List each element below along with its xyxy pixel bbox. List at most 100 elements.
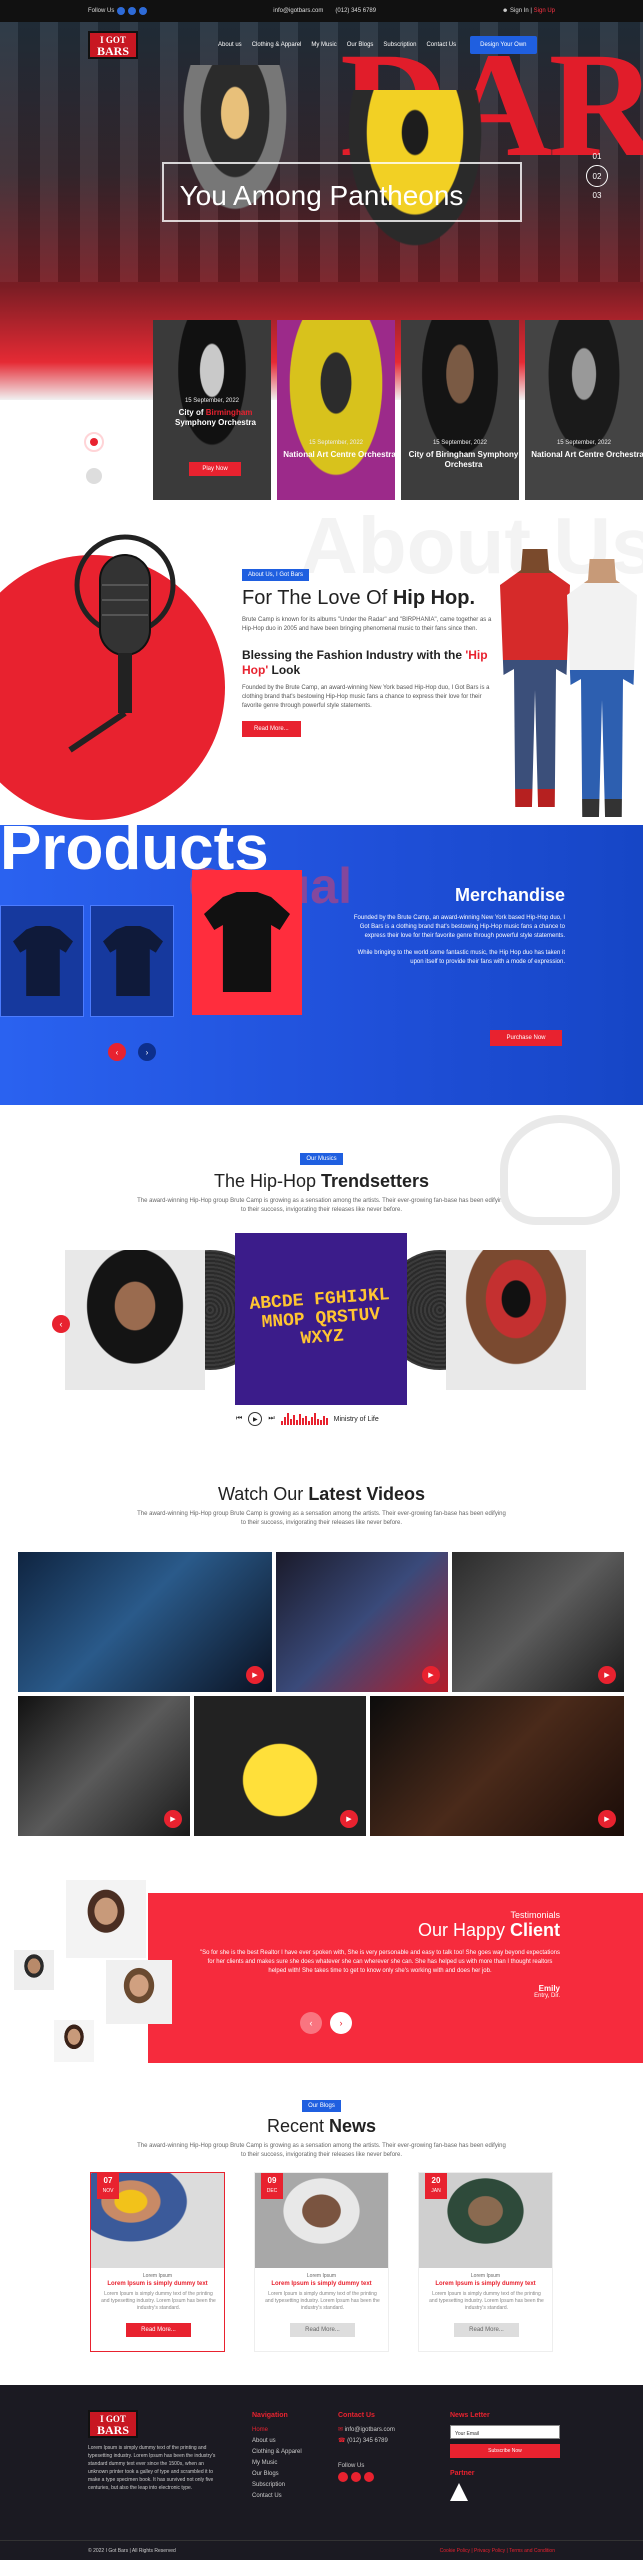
play-icon[interactable]: ▶ [598,1666,616,1684]
footer-nav-item[interactable]: About us [252,2436,302,2447]
music-title-bold: Trendsetters [321,1171,430,1191]
products-prev-arrow[interactable]: ‹ [108,1043,126,1061]
footer-about: I GOT BARS Lorem Ipsum is simply dummy t… [88,2410,218,2492]
nav-item-blogs[interactable]: Our Blogs [347,42,374,48]
footer-logo[interactable]: I GOT BARS [88,2410,138,2438]
about-paragraph-1: Brute Camp is known for its albums "Unde… [242,617,492,632]
read-more-button[interactable]: Read More... [242,721,301,737]
logo[interactable]: I GOT BARS [88,31,138,59]
video-thumbnail[interactable]: ▶ [370,1696,624,1836]
newsletter-title: News Letter [450,2412,490,2419]
slide-next[interactable]: 03 [586,191,608,200]
footer-phone[interactable]: ☎ (012) 345 6789 [338,2436,395,2447]
play-icon[interactable]: ▶ [422,1666,440,1684]
news-read-more-button[interactable]: Read More... [454,2323,519,2337]
play-now-button[interactable]: Play Now [189,462,241,476]
instagram-icon[interactable] [117,7,126,15]
testimonials-title: Our Happy Client [200,1920,560,1941]
event-card[interactable]: 15 September, 2022 City of Birmingham Sy… [153,320,271,500]
facebook-icon[interactable] [351,2472,361,2482]
video-thumbnail[interactable]: ▶ [194,1696,366,1836]
microphone-image [68,534,176,753]
design-your-own-button[interactable]: Design Your Own [470,36,537,54]
play-icon[interactable]: ▶ [340,1810,358,1828]
news-desc: Lorem Ipsum is simply dummy text of the … [429,2291,544,2311]
news-day: 20 [431,2176,441,2185]
footer-nav-item[interactable]: Home [252,2425,302,2436]
news-card[interactable]: 20 JAN Lorem Ipsum Lorem Ipsum is simply … [418,2172,553,2352]
client-avatar[interactable] [14,1950,54,1990]
top-email[interactable]: info@igotbars.com [273,8,323,14]
album-cover-right[interactable] [446,1250,586,1390]
videos-header: Watch Our Latest Videos The award-winnin… [0,1460,643,1528]
video-thumbnail[interactable]: ▶ [18,1696,190,1836]
footer-nav-item[interactable]: Subscription [252,2480,302,2491]
footer-email-text: info@igotbars.com [344,2427,395,2433]
footer-nav-item[interactable]: Contact Us [252,2491,302,2502]
partner-title: Partner [450,2470,475,2477]
client-avatar[interactable] [106,1960,172,2024]
signin-link[interactable]: Sign In [510,8,529,14]
video-thumbnail[interactable]: ▶ [18,1552,272,1692]
instagram-icon[interactable] [338,2472,348,2482]
music-prev-arrow[interactable]: ‹ [52,1315,70,1333]
news-title-bold: News [329,2116,377,2136]
client-avatar[interactable] [66,1880,146,1958]
equalizer-icon [280,1413,328,1425]
news-read-more-button[interactable]: Read More... [290,2323,355,2337]
featured-product[interactable] [192,870,302,1015]
client-avatar[interactable] [54,2020,94,2062]
products-next-arrow[interactable]: › [138,1043,156,1061]
testimonial-prev-arrow[interactable]: ‹ [300,2012,322,2034]
event-card[interactable]: 15 September, 2022 National Art Centre O… [525,320,643,500]
next-track-icon[interactable]: ⏭ [268,1415,274,1423]
footer-nav-item[interactable]: Our Blogs [252,2469,302,2480]
slide-prev[interactable]: 01 [586,152,608,161]
play-icon[interactable]: ▶ [164,1810,182,1828]
signup-link[interactable]: Sign Up [534,8,555,14]
prev-track-icon[interactable]: ⏮ [236,1415,242,1423]
facebook-icon[interactable] [128,7,137,15]
event-card[interactable]: 15 September, 2022 National Art Centre O… [277,320,395,500]
news-label: Lorem Ipsum [306,2273,337,2279]
testimonial-next-arrow[interactable]: › [330,2012,352,2034]
event-date: 15 September, 2022 [184,398,240,404]
slider-dot[interactable] [86,468,102,484]
event-card[interactable]: 15 September, 2022 City of Biringham Sym… [401,320,519,500]
merch-paragraph-1: Founded by the Brute Camp, an award-winn… [353,915,565,939]
youtube-icon[interactable] [364,2472,374,2482]
nav-item-music[interactable]: My Music [311,42,336,48]
news-header: Our Blogs Recent News The award-winning … [0,2080,643,2160]
newsletter-email-input[interactable]: Your Email [450,2425,560,2439]
news-read-more-button[interactable]: Read More... [126,2323,191,2337]
purchase-now-button[interactable]: Purchase Now [490,1030,562,1046]
product-tile[interactable] [0,905,84,1017]
event-photo [525,320,643,500]
nav-item-about[interactable]: About us [218,42,242,48]
nav-item-contact[interactable]: Contact Us [426,42,456,48]
footer-email[interactable]: ✉ info@igotbars.com [338,2425,395,2436]
nav-item-subscription[interactable]: Subscription [383,42,416,48]
slider-dot-active[interactable] [84,432,104,452]
twitter-icon[interactable] [139,7,148,15]
top-phone[interactable]: (012) 345 6789 [335,8,376,14]
video-thumbnail[interactable]: ▶ [276,1552,448,1692]
nav-item-clothing[interactable]: Clothing & Apparel [252,42,302,48]
video-thumbnail[interactable]: ▶ [452,1552,624,1692]
legal-links[interactable]: Cookie Policy | Privacy Policy | Terms a… [440,2548,555,2554]
news-card[interactable]: 07 NOV Lorem Ipsum Lorem Ipsum is simply … [90,2172,225,2352]
album-cover-left[interactable] [65,1250,205,1390]
footer-nav-item[interactable]: Clothing & Apparel [252,2447,302,2458]
footer-nav-item[interactable]: My Music [252,2458,302,2469]
play-icon[interactable]: ▶ [248,1412,263,1426]
subscribe-button[interactable]: Subscribe Now [450,2444,560,2458]
product-tile[interactable] [90,905,174,1017]
play-icon[interactable]: ▶ [246,1666,264,1684]
partner-logo[interactable] [450,2483,468,2501]
slide-current[interactable]: 02 [586,165,608,187]
play-icon[interactable]: ▶ [598,1810,616,1828]
news-card[interactable]: 09 DEC Lorem Ipsum Lorem Ipsum is simply … [254,2172,389,2352]
event-title: City of Biringham Symphony Orchestra [408,450,519,469]
slide-counter: 01 02 03 [586,152,608,200]
album-cover-featured[interactable]: ABCDE FGHIJKL MNOP QRSTUV WXYZ [235,1233,407,1405]
